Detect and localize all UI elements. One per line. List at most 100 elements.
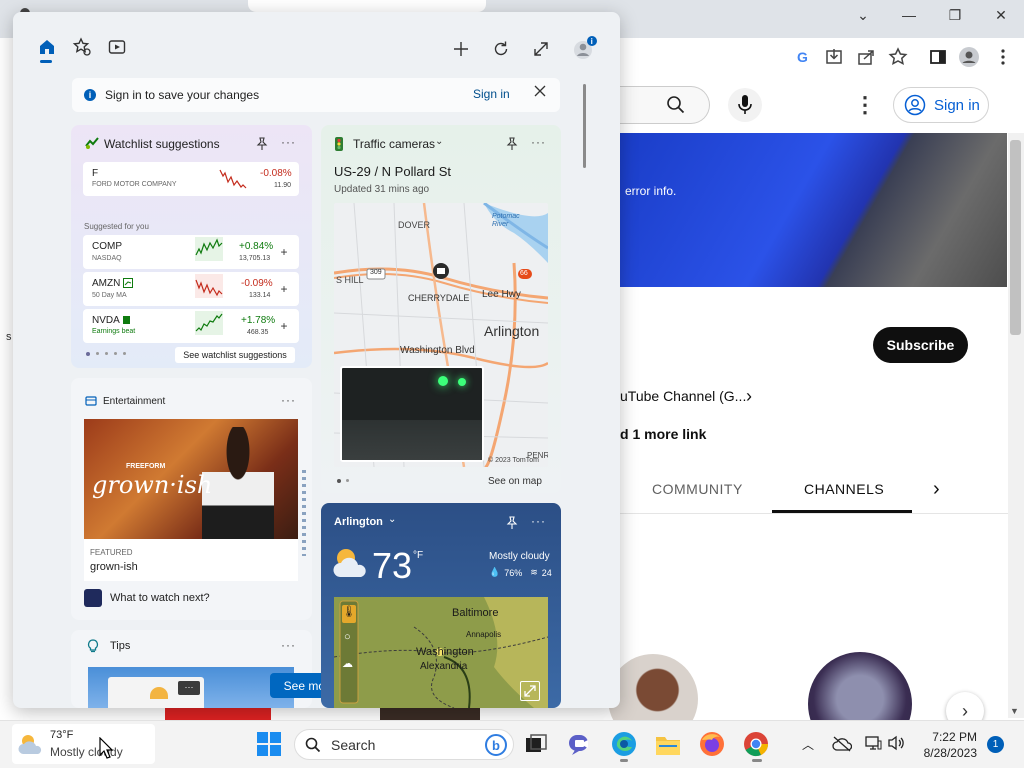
tabs-next-icon[interactable]: › [933,478,940,501]
earnings-icon [123,316,130,324]
more-options-icon[interactable]: ··· [531,514,546,528]
channel-links[interactable]: d 1 more link [620,426,706,442]
clock-time: 7:22 PM [932,730,977,744]
cloud-sync-off-icon[interactable] [832,736,852,752]
pin-icon[interactable] [256,137,268,150]
stock-exchange: NASDAQ [92,255,122,262]
google-icon[interactable]: G [792,46,814,68]
profile-icon[interactable] [958,46,980,68]
pagination-dots[interactable] [86,352,126,356]
account-avatar-icon[interactable]: i [572,35,598,61]
close-icon[interactable] [533,84,547,98]
add-stock-icon[interactable]: + [277,245,291,259]
browser-menu-icon[interactable] [992,46,1014,68]
restore-button[interactable]: ❐ [945,6,965,24]
teams-chat-icon[interactable] [567,731,593,757]
taskbar-weather-widget[interactable]: 73°F Mostly cloudy [12,724,155,764]
notice-sign-in-link[interactable]: Sign in [473,87,510,101]
show-hidden-icons-chevron-icon[interactable]: ︿ [802,736,814,753]
notification-badge[interactable]: 1 [987,736,1004,753]
widgets-scrollbar[interactable] [583,84,586,168]
weather-radar-map[interactable]: Baltimore Annapolis Washington Alexandri… [334,597,548,708]
stocks-chart-icon [85,136,99,150]
chevron-right-icon[interactable]: › [746,386,752,407]
map-label-baltimore: Baltimore [452,607,499,619]
more-options-icon[interactable]: ··· [281,393,296,407]
featured-caption[interactable] [84,539,298,581]
channel-description[interactable]: uTube Channel (G... [620,388,746,404]
stock-change: +1.78% [241,315,276,326]
chevron-down-icon[interactable]: ⌄ [388,514,396,525]
bookmark-star-icon[interactable] [887,46,909,68]
minimize-button[interactable]: — [899,6,919,24]
bing-icon[interactable]: b [485,734,507,756]
refresh-icon[interactable] [491,39,511,59]
expand-icon[interactable] [531,39,551,59]
pin-icon[interactable] [506,137,518,150]
chrome-icon[interactable] [743,731,769,757]
page-scrollbar-thumb[interactable] [1010,140,1021,335]
map-label-arlington: Arlington [484,323,540,339]
search-placeholder: Search [331,736,376,753]
temperature-layer-icon[interactable]: 🌡 [342,605,356,618]
show-poster[interactable]: FREEFORM grown·ish [84,419,298,539]
pin-icon[interactable] [506,516,518,529]
traffic-pagination[interactable] [337,479,349,483]
more-options-icon[interactable]: ··· [281,638,296,652]
account-icon [904,94,926,116]
network-icon[interactable] [864,735,882,751]
task-view-icon[interactable] [523,731,549,757]
background-thumbnail [380,706,480,720]
edge-icon[interactable] [611,731,637,757]
close-window-button[interactable]: ✕ [991,6,1011,24]
youtube-settings-icon[interactable]: ⋮ [854,92,876,118]
map-label-dover: DOVER [398,220,431,230]
file-explorer-icon[interactable] [655,731,681,757]
tips-title: Tips [110,640,131,652]
add-widget-icon[interactable] [451,39,471,59]
more-options-icon[interactable]: ··· [531,135,546,149]
voice-search-button[interactable] [728,88,762,122]
chevron-down-icon[interactable]: ⌄ [435,136,443,147]
share-icon[interactable] [855,46,877,68]
more-options-icon[interactable]: ··· [281,135,296,149]
side-panel-icon[interactable] [927,46,949,68]
add-stock-icon[interactable]: + [277,282,291,296]
subscribe-button[interactable]: Subscribe [873,327,968,363]
cloud-layer-icon[interactable]: ☁ [342,657,353,670]
install-icon[interactable] [823,46,845,68]
search-icon [305,737,321,753]
add-stock-icon[interactable]: + [277,319,291,333]
precipitation-layer-icon[interactable]: ○ [344,631,351,643]
traffic-camera-image[interactable] [340,366,484,462]
browser-tab[interactable] [248,0,486,12]
expand-map-icon[interactable] [520,681,540,701]
tips-image[interactable]: ··· [88,667,294,708]
tabs-divider [620,513,1008,514]
humidity-value: 76% [504,567,523,578]
video-play-icon[interactable] [107,37,127,57]
see-on-map-link[interactable]: See on map [488,476,542,487]
video-thumbnail[interactable] [620,133,1007,287]
star-settings-icon[interactable] [72,37,92,57]
youtube-search-button[interactable] [620,86,710,124]
start-button[interactable] [256,731,282,757]
volume-icon[interactable] [887,735,905,751]
search-icon [667,96,685,114]
map-copyright: © 2023 TomTom [488,457,539,464]
tab-channels[interactable]: CHANNELS [804,481,884,497]
what-to-watch-link[interactable]: What to watch next? [110,592,210,604]
stock-sparkline [195,237,223,261]
temperature-unit: °F [413,550,424,561]
taskbar-search-input[interactable]: Search b [294,729,514,760]
scroll-down-arrow-icon[interactable]: ▼ [1010,706,1019,716]
map-label-washington-blvd: Washington Blvd [400,345,475,356]
tab-search-icon[interactable]: ⌄ [853,6,873,24]
taskbar-clock[interactable]: 7:22 PM 8/28/2023 [917,729,977,761]
see-watchlist-button[interactable]: See watchlist suggestions [175,347,295,363]
stock-price: 468.35 [247,329,269,336]
youtube-sign-in-button[interactable]: Sign in [893,87,989,123]
home-icon[interactable] [37,37,57,57]
firefox-icon[interactable] [699,731,725,757]
tab-community[interactable]: COMMUNITY [652,481,743,497]
